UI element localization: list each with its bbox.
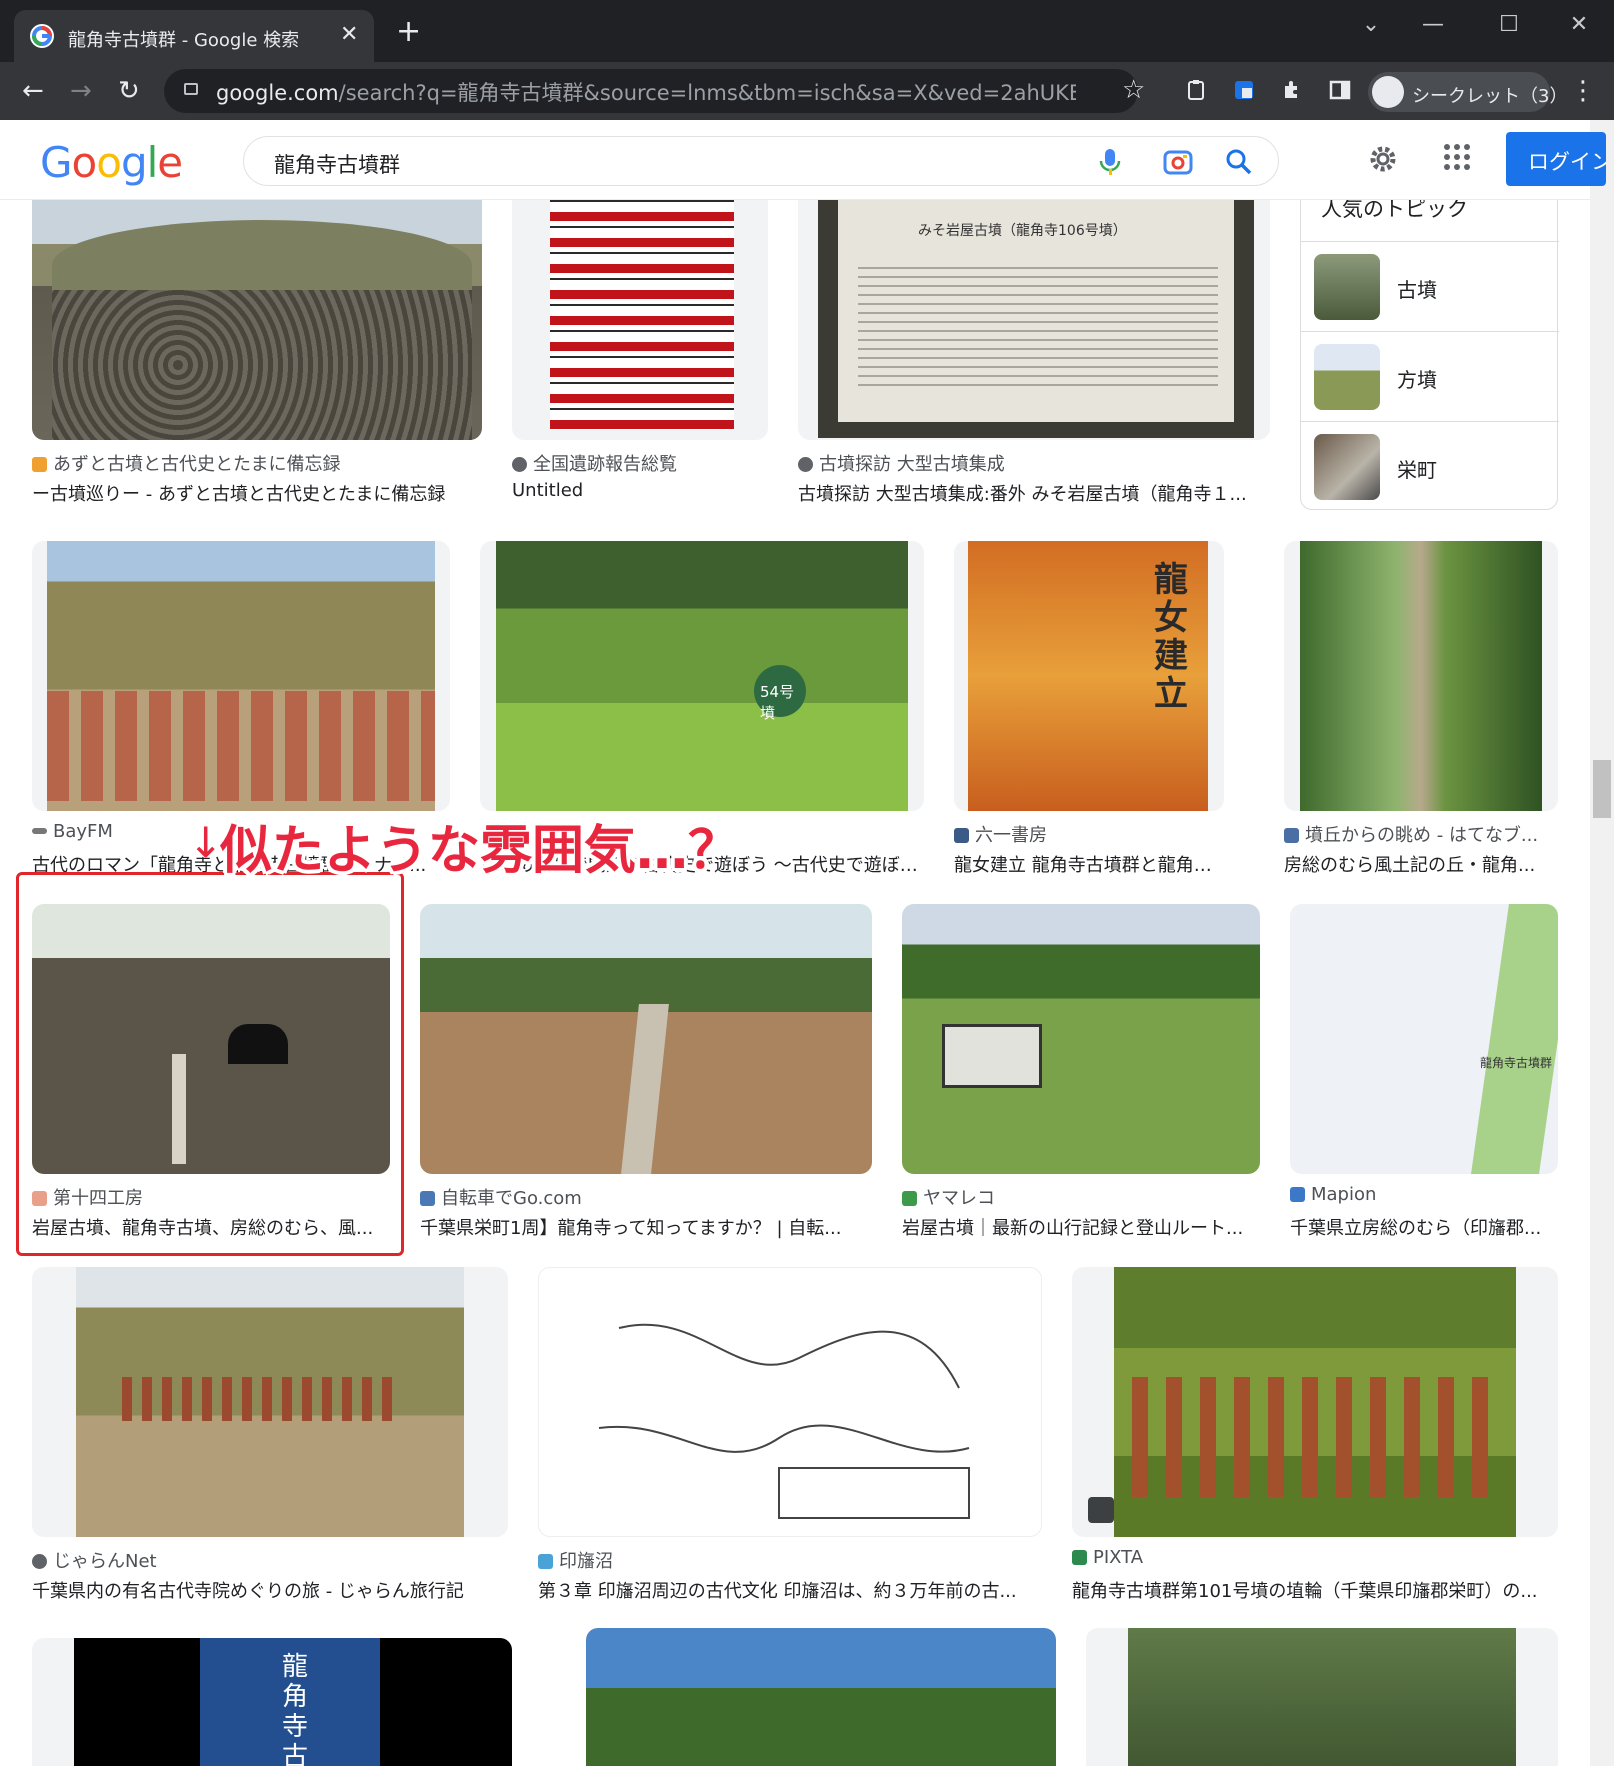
forward-icon[interactable]: → [70,76,92,106]
result-thumbnail[interactable] [586,1628,1056,1766]
extension-shield-icon[interactable] [1232,78,1256,102]
result-thumbnail[interactable] [420,904,872,1174]
result-thumbnail[interactable]: 龍角寺古墳群 [1290,904,1558,1174]
incognito-icon [1372,76,1404,108]
result-source[interactable]: あずと古墳と古代史とたまに備忘録 [32,450,472,476]
result-thumbnail[interactable] [1284,541,1558,811]
result-caption[interactable]: 龍角寺古墳群第101号墳の埴輪（千葉県印旛郡栄町）の... [1072,1577,1558,1603]
result-source[interactable]: 墳丘からの眺め - はてなブ... [1284,821,1558,847]
topic-kofun[interactable]: 古墳 [1301,241,1559,331]
tab-close-icon[interactable]: ✕ [340,22,358,47]
voice-search-icon[interactable] [1096,147,1124,177]
result-caption[interactable]: 千葉県内の有名古代寺院めぐりの旅 - じゃらん旅行記 [32,1577,508,1603]
close-window-button[interactable]: ✕ [1564,12,1594,37]
book-cover-title: 龍角寺古墳 [282,1652,309,1766]
incognito-label: シークレット（3） [1412,86,1568,107]
result-source[interactable]: Mapion [1290,1184,1558,1205]
result-thumbnail[interactable]: 54号墳 [480,541,924,811]
browser-tab[interactable]: 龍角寺古墳群 - Google 検索 ✕ [14,10,374,62]
result-source[interactable]: 六一書房 [954,821,1224,847]
result-source[interactable]: 自転車でGo.com [420,1184,872,1210]
result-source[interactable]: 印旛沼 [538,1547,1042,1573]
sign-title: みそ岩屋古墳（龍角寺106号墳） [918,223,1127,239]
result-thumbnail[interactable] [32,541,450,811]
result-thumbnail[interactable] [32,160,482,440]
login-button[interactable]: ログイン [1506,132,1606,186]
google-favicon-icon [30,24,54,48]
topic-sakaemachi[interactable]: 栄町 [1301,421,1559,511]
result-caption[interactable]: 第３章 印旛沼周辺の古代文化 印旛沼は、約３万年前の古... [538,1577,1042,1603]
result-caption[interactable]: 岩屋古墳｜最新の山行記録と登山ルート... [902,1214,1260,1240]
new-tab-button[interactable]: + [396,17,421,47]
result-thumbnail[interactable]: みそ岩屋古墳（龍角寺106号墳） [798,160,1270,440]
address-bar[interactable]: google.com/search?q=龍角寺古墳群&source=lnms&t… [164,69,1145,113]
url-text: google.com/search?q=龍角寺古墳群&source=lnms&t… [216,81,1076,105]
result-thumbnail[interactable] [512,160,768,440]
result-caption[interactable]: 千葉県栄町1周】龍角寺って知ってますか？ | 自転... [420,1214,872,1240]
result-thumbnail[interactable]: 龍角寺古墳 [32,1638,512,1766]
result-thumbnail[interactable] [538,1267,1042,1537]
result-thumbnail[interactable] [1072,1267,1558,1537]
side-panel-icon[interactable] [1328,78,1352,102]
topic-thumbnail [1314,344,1380,410]
search-query[interactable]: 龍角寺古墳群 [274,149,400,179]
result-caption[interactable]: 房総のむら風土記の丘・龍角... [1284,851,1558,877]
result-caption[interactable]: 龍女建立 龍角寺古墳群と龍角寺 /... [954,851,1224,877]
topic-thumbnail [1314,434,1380,500]
result-source[interactable]: ヤマレコ [902,1184,1260,1210]
result-thumbnail[interactable]: 龍女建立 [954,541,1224,811]
maximize-button[interactable]: ☐ [1494,12,1524,37]
settings-gear-icon[interactable] [1366,142,1400,176]
extensions-puzzle-icon[interactable] [1280,78,1304,102]
browser-window: 龍角寺古墳群 - Google 検索 ✕ + ⌄ — ☐ ✕ ← → ↻ goo… [0,0,1614,1766]
result-caption[interactable]: 千葉県立房総のむら（印旛郡... [1290,1214,1558,1240]
result-source[interactable]: PIXTA [1072,1547,1558,1568]
result-source[interactable]: 全国遺跡報告総覧 [512,450,768,476]
google-header: Google 龍角寺古墳群 ログイン [0,120,1606,200]
annotation-text: 似たような雰囲気…？ [220,821,741,881]
image-badge-icon [1088,1497,1114,1523]
result-caption[interactable]: ー古墳巡りー - あずと古墳と古代史とたまに備忘録 [32,480,482,506]
browser-toolbar: ← → ↻ google.com/search?q=龍角寺古墳群&source=… [0,62,1614,120]
result-caption[interactable]: 古墳探訪 大型古墳集成:番外 みそ岩屋古墳（龍角寺１... [798,480,1270,506]
topic-label: 栄町 [1397,458,1437,482]
minimize-button[interactable]: — [1418,12,1448,37]
tab-search-icon[interactable]: ⌄ [1356,12,1386,37]
page-scrollbar[interactable] [1590,120,1614,1766]
result-thumbnail[interactable] [902,904,1260,1174]
topic-label: 方墳 [1397,368,1437,392]
book-title: 龍女建立 [1154,560,1188,714]
scrollbar-thumb[interactable] [1593,760,1611,818]
bookmark-star-icon[interactable]: ☆ [1122,75,1145,105]
tumulus-sign: 54号墳 [754,665,806,722]
title-bar: 龍角寺古墳群 - Google 検索 ✕ + ⌄ — ☐ ✕ [0,0,1614,62]
result-caption[interactable]: Untitled [512,480,768,501]
popular-topics-panel: 人気のトピック 古墳 方墳 栄町 [1300,178,1559,511]
result-thumbnail[interactable] [32,1267,508,1537]
tab-title: 龍角寺古墳群 - Google 検索 [68,30,300,51]
topic-houfun[interactable]: 方墳 [1301,331,1559,421]
google-logo[interactable]: Google [40,138,183,187]
lens-camera-icon[interactable] [1162,147,1194,177]
topic-label: 古墳 [1397,278,1437,302]
topic-thumbnail [1314,254,1380,320]
search-icon[interactable] [1224,147,1254,177]
google-apps-grid-icon[interactable] [1442,142,1472,172]
result-source[interactable]: じゃらんNet [32,1547,508,1573]
incognito-profile-button[interactable]: シークレット（3） [1368,72,1567,112]
lock-icon [184,83,198,95]
highlight-box [16,872,404,1256]
back-icon[interactable]: ← [22,76,44,106]
clipboard-icon[interactable] [1184,78,1208,102]
result-source[interactable]: 古墳探訪 大型古墳集成 [798,450,1260,476]
browser-menu-icon[interactable]: ⋮ [1570,76,1596,106]
reload-icon[interactable]: ↻ [118,76,140,106]
search-box[interactable]: 龍角寺古墳群 [243,136,1279,186]
result-thumbnail[interactable] [1086,1628,1558,1766]
map-label: 龍角寺古墳群 [1480,1056,1553,1070]
annotation-arrow-icon: ↓ [188,818,224,867]
